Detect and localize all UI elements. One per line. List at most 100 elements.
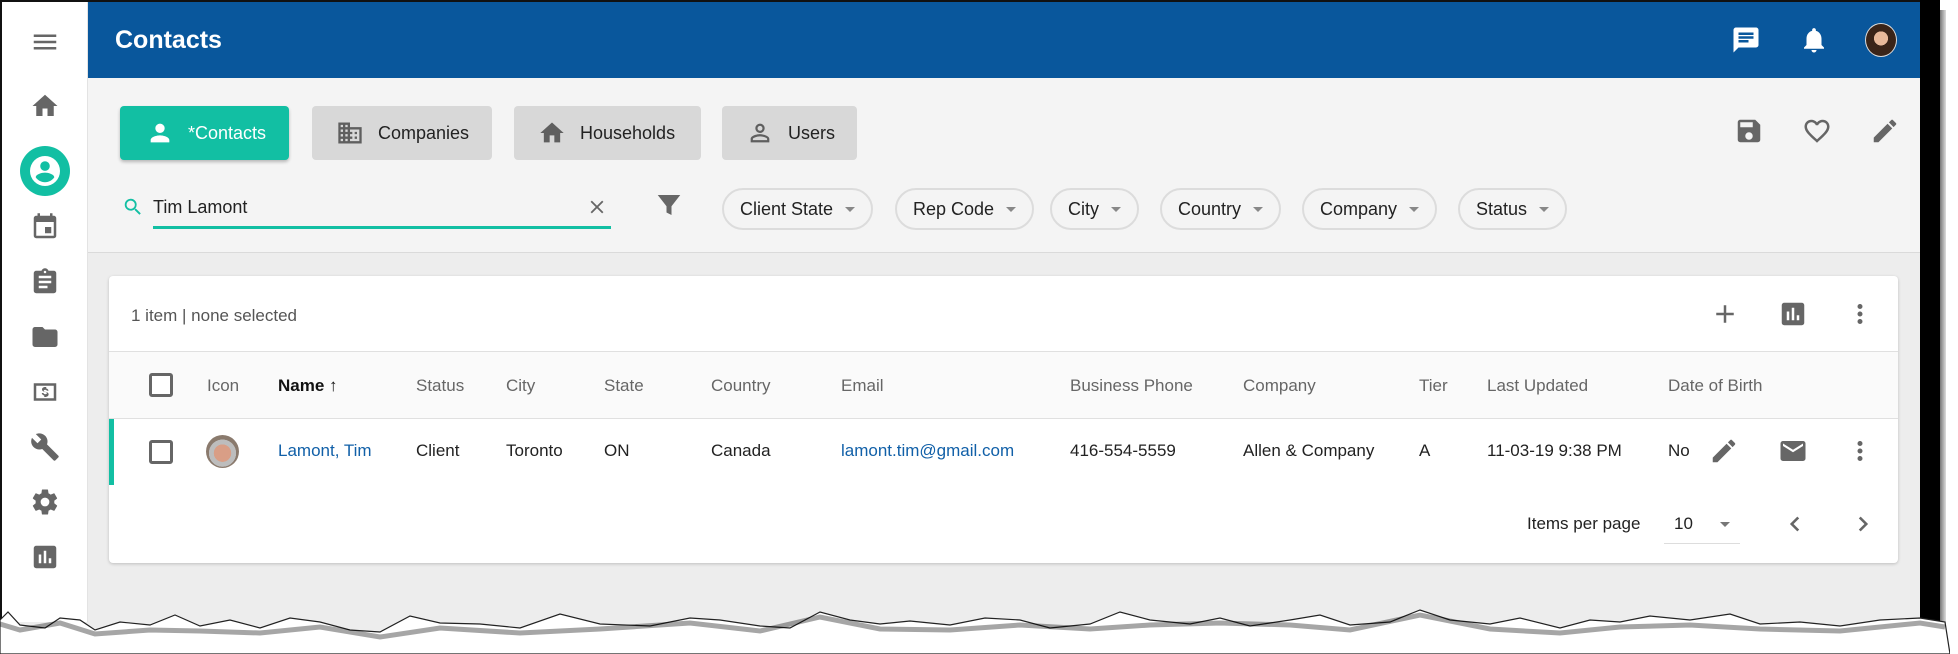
add-contact-button[interactable] (1709, 298, 1741, 330)
dropdown-caret-icon (845, 206, 856, 212)
cell-email-link[interactable]: lamont.tim@gmail.com (841, 441, 1014, 461)
filter-icon[interactable] (654, 190, 684, 220)
column-header-state[interactable]: State (604, 376, 644, 396)
sidebar-item-home[interactable] (2, 86, 88, 126)
tab-label: Companies (378, 122, 470, 143)
select-all-checkbox[interactable] (149, 373, 173, 397)
column-header-business-phone[interactable]: Business Phone (1070, 376, 1193, 396)
sidebar-active-indicator (20, 146, 70, 196)
column-header-status[interactable]: Status (416, 376, 464, 396)
filter-label: City (1068, 198, 1099, 219)
filter-label: Status (1476, 198, 1528, 219)
column-header-date-of-birth[interactable]: Date of Birth (1668, 376, 1763, 396)
next-page-button[interactable] (1847, 508, 1879, 540)
filter-country[interactable]: Country (1160, 188, 1282, 230)
tab-contacts[interactable]: *Contacts (120, 106, 289, 160)
previous-page-button[interactable] (1779, 508, 1811, 540)
chat-button[interactable] (1730, 24, 1762, 56)
favorite-button[interactable] (1800, 114, 1834, 148)
filter-label: Rep Code (913, 198, 995, 219)
clear-search-icon[interactable] (586, 196, 608, 218)
row-more-button[interactable] (1844, 435, 1876, 467)
filter-rep-code[interactable]: Rep Code (895, 188, 1035, 230)
contacts-table-card: 1 item | none selected Icon Name ↑ Statu… (109, 276, 1898, 563)
column-header-city[interactable]: City (506, 376, 535, 396)
filter-status[interactable]: Status (1458, 188, 1568, 230)
save-button[interactable] (1732, 114, 1766, 148)
cell-company: Allen & Company (1243, 441, 1375, 460)
row-edit-button[interactable] (1708, 435, 1740, 467)
filter-city[interactable]: City (1050, 188, 1139, 230)
chevron-left-icon (1789, 516, 1800, 532)
tab-label: *Contacts (188, 122, 267, 143)
folder-icon (32, 327, 58, 347)
column-header-tier[interactable]: Tier (1419, 376, 1448, 396)
dropdown-caret-icon (1111, 206, 1121, 212)
table-more-button[interactable] (1844, 298, 1876, 330)
dropdown-caret-icon (1539, 206, 1550, 212)
more-vert-icon (1857, 441, 1863, 461)
chevron-right-icon (1858, 516, 1869, 532)
filter-label: Client State (740, 198, 834, 219)
bar-chart-icon (33, 545, 57, 569)
cell-date-of-birth: No (1668, 441, 1690, 460)
tab-households[interactable]: Households (514, 106, 701, 160)
search-underline (153, 226, 611, 229)
column-header-name[interactable]: Name ↑ (278, 376, 338, 396)
window-border (1920, 0, 1940, 630)
contact-avatar (206, 435, 239, 468)
edit-button[interactable] (1868, 114, 1902, 148)
table-header-row: Icon Name ↑ Status City State Country Em… (109, 352, 1898, 419)
cell-last-updated: 11-03-19 9:38 PM (1487, 441, 1622, 460)
sidebar-item-calendar[interactable] (2, 207, 88, 247)
tab-users[interactable]: Users (722, 106, 857, 160)
column-header-last-updated[interactable]: Last Updated (1487, 376, 1588, 396)
heart-icon (1804, 119, 1830, 143)
cell-state: ON (604, 441, 630, 460)
row-checkbox[interactable] (149, 440, 173, 464)
filter-label: Country (1178, 198, 1242, 219)
person-icon (150, 123, 170, 143)
cell-tier: A (1419, 441, 1431, 460)
sidebar-item-settings[interactable] (2, 482, 88, 522)
column-header-company[interactable]: Company (1243, 376, 1316, 396)
bell-icon (1804, 28, 1824, 53)
user-menu-button[interactable] (1865, 23, 1897, 57)
sidebar-item-billing[interactable] (2, 372, 88, 412)
contact-name-link[interactable]: Lamont, Tim (278, 441, 372, 461)
report-button[interactable] (1777, 298, 1809, 330)
bar-chart-icon (1781, 302, 1805, 326)
sidebar-item-contacts[interactable] (2, 146, 88, 196)
cell-status: Client (416, 441, 460, 460)
row-email-button[interactable] (1777, 435, 1809, 467)
sidebar-item-menu[interactable] (2, 22, 88, 62)
person-outline-icon (750, 123, 770, 143)
app-header: Contacts (88, 2, 1920, 78)
items-per-page-select[interactable]: 10 (1664, 506, 1740, 544)
sidebar-item-documents[interactable] (2, 317, 88, 357)
search-field (120, 188, 612, 230)
search-icon (124, 198, 141, 215)
sidebar-item-reports[interactable] (2, 537, 88, 577)
sidebar-item-tools[interactable] (2, 427, 88, 467)
pencil-icon (1712, 439, 1736, 463)
notifications-button[interactable] (1798, 24, 1830, 56)
column-header-icon: Icon (207, 376, 240, 395)
chat-icon (1733, 27, 1759, 53)
sidebar-item-tasks[interactable] (2, 262, 88, 302)
table-toolbar: 1 item | none selected (109, 276, 1898, 352)
filter-client-state[interactable]: Client State (722, 188, 874, 230)
filter-company[interactable]: Company (1302, 188, 1438, 230)
menu-icon (33, 34, 57, 50)
dropdown-caret-icon (1006, 206, 1017, 212)
cell-city: Toronto (506, 441, 563, 460)
tab-companies[interactable]: Companies (312, 106, 492, 160)
selection-summary: 1 item | none selected (131, 306, 298, 325)
table-row[interactable]: Lamont, Tim Client Toronto ON Canada lam… (109, 419, 1898, 485)
tab-label: Users (788, 122, 836, 143)
search-input[interactable] (153, 192, 573, 222)
torn-edge-decoration (0, 609, 1950, 654)
column-header-country[interactable]: Country (711, 376, 771, 396)
column-header-email[interactable]: Email (841, 376, 884, 396)
cell-business-phone: 416-554-5559 (1070, 441, 1176, 460)
